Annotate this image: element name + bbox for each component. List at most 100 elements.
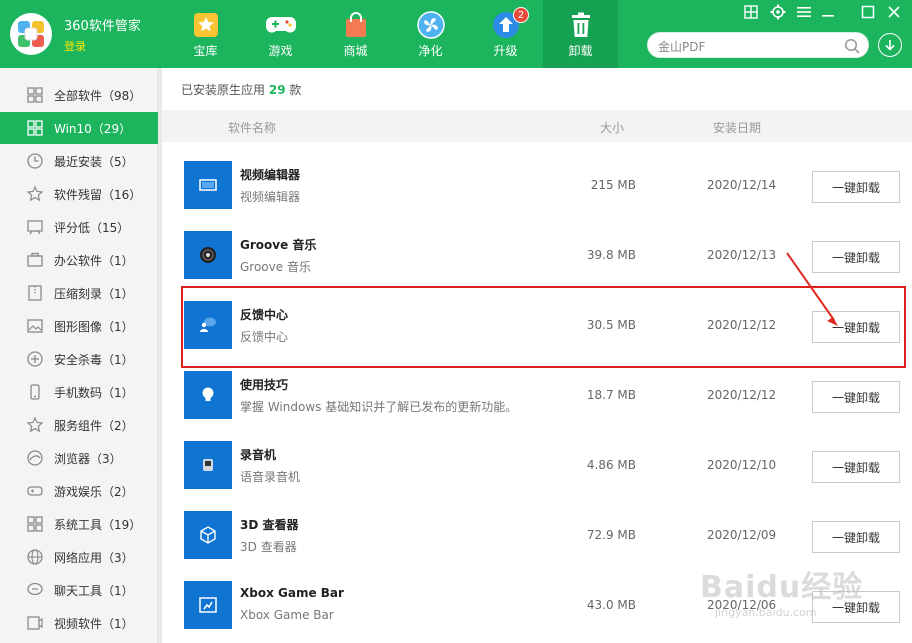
watermark-text: Baidu经验 xyxy=(700,570,864,605)
sidebar-item[interactable]: 评分低（15） xyxy=(0,211,158,243)
app-name: Groove 音乐 xyxy=(240,238,317,252)
summary-suffix: 款 xyxy=(289,83,302,97)
uninstall-button[interactable]: 一键卸载 xyxy=(812,451,900,483)
table-row: 反馈中心 反馈中心 30.5 MB 2020/12/12 一键卸载 xyxy=(162,290,912,360)
table-row: 视频编辑器 视频编辑器 215 MB 2020/12/14 一键卸载 xyxy=(162,150,912,220)
table-row: 录音机 语音录音机 4.86 MB 2020/12/10 一键卸载 xyxy=(162,430,912,500)
windows-icon xyxy=(26,119,44,137)
sidebar-item-label: 浏览器（3） xyxy=(54,451,122,466)
sidebar-item[interactable]: 浏览器（3） xyxy=(0,442,158,474)
uninstall-button[interactable]: 一键卸载 xyxy=(812,311,900,343)
app-install-date: 2020/12/14 xyxy=(707,178,777,192)
sidebar-item-label: 最近安装（5） xyxy=(54,154,134,169)
app-description: 掌握 Windows 基础知识并了解已发布的更新功能。 xyxy=(240,400,518,414)
nav-tab-games[interactable]: 游戏 xyxy=(243,0,318,68)
sidebar-item[interactable]: 软件残留（16） xyxy=(0,178,158,210)
sidebar-item[interactable]: 系统工具（19） xyxy=(0,508,158,540)
download-manager-icon[interactable] xyxy=(878,33,902,57)
uninstall-button[interactable]: 一键卸载 xyxy=(812,171,900,203)
chat-icon xyxy=(26,581,44,599)
settings-icon[interactable] xyxy=(768,3,788,21)
sidebar-item[interactable]: 聊天工具（1） xyxy=(0,574,158,606)
app-size: 43.0 MB xyxy=(586,598,636,612)
app-logo-icon xyxy=(10,13,52,55)
app-name: 录音机 xyxy=(240,448,277,462)
music-disc-icon xyxy=(184,231,232,279)
maximize-icon[interactable] xyxy=(858,3,878,21)
sidebar-item[interactable]: 压缩刻录（1） xyxy=(0,277,158,309)
sidebar-item[interactable]: 手机数码（1） xyxy=(0,376,158,408)
column-header-name[interactable]: 软件名称 xyxy=(228,119,276,136)
app-size: 18.7 MB xyxy=(586,388,636,402)
star-icon xyxy=(191,10,221,40)
app-description: 视频编辑器 xyxy=(240,190,301,204)
uninstall-button[interactable]: 一键卸载 xyxy=(812,381,900,413)
sidebar-item[interactable]: 最近安装（5） xyxy=(0,145,158,177)
minimize-icon[interactable] xyxy=(818,3,838,21)
app-title: 360软件管家 xyxy=(64,19,141,34)
uninstall-button[interactable]: 一键卸载 xyxy=(812,521,900,553)
image-icon xyxy=(26,317,44,335)
video-editor-icon xyxy=(184,161,232,209)
nav-tab-uninstall[interactable]: 卸载 xyxy=(543,0,618,68)
nav-tab-clean[interactable]: 净化 xyxy=(393,0,468,68)
nav-tab-store[interactable]: 商城 xyxy=(318,0,393,68)
sidebar-item-label: 图形图像（1） xyxy=(54,319,134,334)
globe-icon xyxy=(26,548,44,566)
app-name: 3D 查看器 xyxy=(240,518,299,532)
installed-count: 29 xyxy=(268,83,286,97)
sidebar-item[interactable]: 视频软件（1） xyxy=(0,607,158,639)
app-install-date: 2020/12/12 xyxy=(707,388,777,402)
column-header-size[interactable]: 大小 xyxy=(600,119,624,136)
sidebar-item[interactable]: 图形图像（1） xyxy=(0,310,158,342)
title-bar: 360软件管家 登录 宝库 游戏 商城 净化 2 升级 卸载 金山PDF xyxy=(0,0,912,68)
nav-label: 卸载 xyxy=(568,44,593,58)
nav-tab-upgrade[interactable]: 2 升级 xyxy=(468,0,543,68)
briefcase-icon xyxy=(26,251,44,269)
sidebar-item[interactable]: 游戏娱乐（2） xyxy=(0,475,158,507)
sidebar-item-label: 压缩刻录（1） xyxy=(54,286,134,301)
app-name: 使用技巧 xyxy=(240,378,289,392)
app-size: 4.86 MB xyxy=(586,458,636,472)
watermark-subtext: jingyan.baidu.com xyxy=(715,606,817,619)
login-link[interactable]: 登录 xyxy=(64,38,86,54)
sidebar-item-label: 软件残留（16） xyxy=(54,187,142,202)
nav-label: 商城 xyxy=(343,44,368,58)
sidebar-item-label: 服务组件（2） xyxy=(54,418,134,433)
sidebar-item[interactable]: 服务组件（2） xyxy=(0,409,158,441)
app-description: 反馈中心 xyxy=(240,330,289,344)
menu-icon[interactable] xyxy=(794,3,814,21)
sidebar-item[interactable]: 办公软件（1） xyxy=(0,244,158,276)
sidebar-item-label: 评分低（15） xyxy=(54,220,130,235)
search-icon[interactable] xyxy=(844,38,860,54)
sidebar-item[interactable]: 安全杀毒（1） xyxy=(0,343,158,375)
sidebar-item-label: 手机数码（1） xyxy=(54,385,134,400)
cube-icon xyxy=(184,511,232,559)
close-icon[interactable] xyxy=(884,3,904,21)
main-nav: 宝库 游戏 商城 净化 2 升级 卸载 xyxy=(168,0,618,68)
nav-label: 净化 xyxy=(418,44,443,58)
app-install-date: 2020/12/10 xyxy=(707,458,777,472)
sidebar-item[interactable]: Win10（29） xyxy=(0,112,158,144)
app-description: Xbox Game Bar xyxy=(240,608,334,622)
app-size: 72.9 MB xyxy=(586,528,636,542)
search-input[interactable] xyxy=(658,37,838,55)
video-icon xyxy=(26,614,44,632)
trash-icon xyxy=(566,10,596,40)
app-size: 30.5 MB xyxy=(586,318,636,332)
app-install-date: 2020/12/12 xyxy=(707,318,777,332)
column-header-date[interactable]: 安装日期 xyxy=(713,119,761,136)
archive-icon xyxy=(26,284,44,302)
sidebar-item-label: 安全杀毒（1） xyxy=(54,352,134,367)
sidebar-item[interactable]: 全部软件（98） xyxy=(0,79,158,111)
browser-icon xyxy=(26,449,44,467)
uninstall-button[interactable]: 一键卸载 xyxy=(812,241,900,273)
clock-icon xyxy=(26,152,44,170)
app-size: 39.8 MB xyxy=(586,248,636,262)
sidebar-item-label: 系统工具（19） xyxy=(54,517,142,532)
sidebar-item[interactable]: 网络应用（3） xyxy=(0,541,158,573)
update-count-badge: 2 xyxy=(513,7,529,23)
microphone-icon xyxy=(184,441,232,489)
nav-tab-treasury[interactable]: 宝库 xyxy=(168,0,243,68)
skin-icon[interactable] xyxy=(741,3,761,21)
